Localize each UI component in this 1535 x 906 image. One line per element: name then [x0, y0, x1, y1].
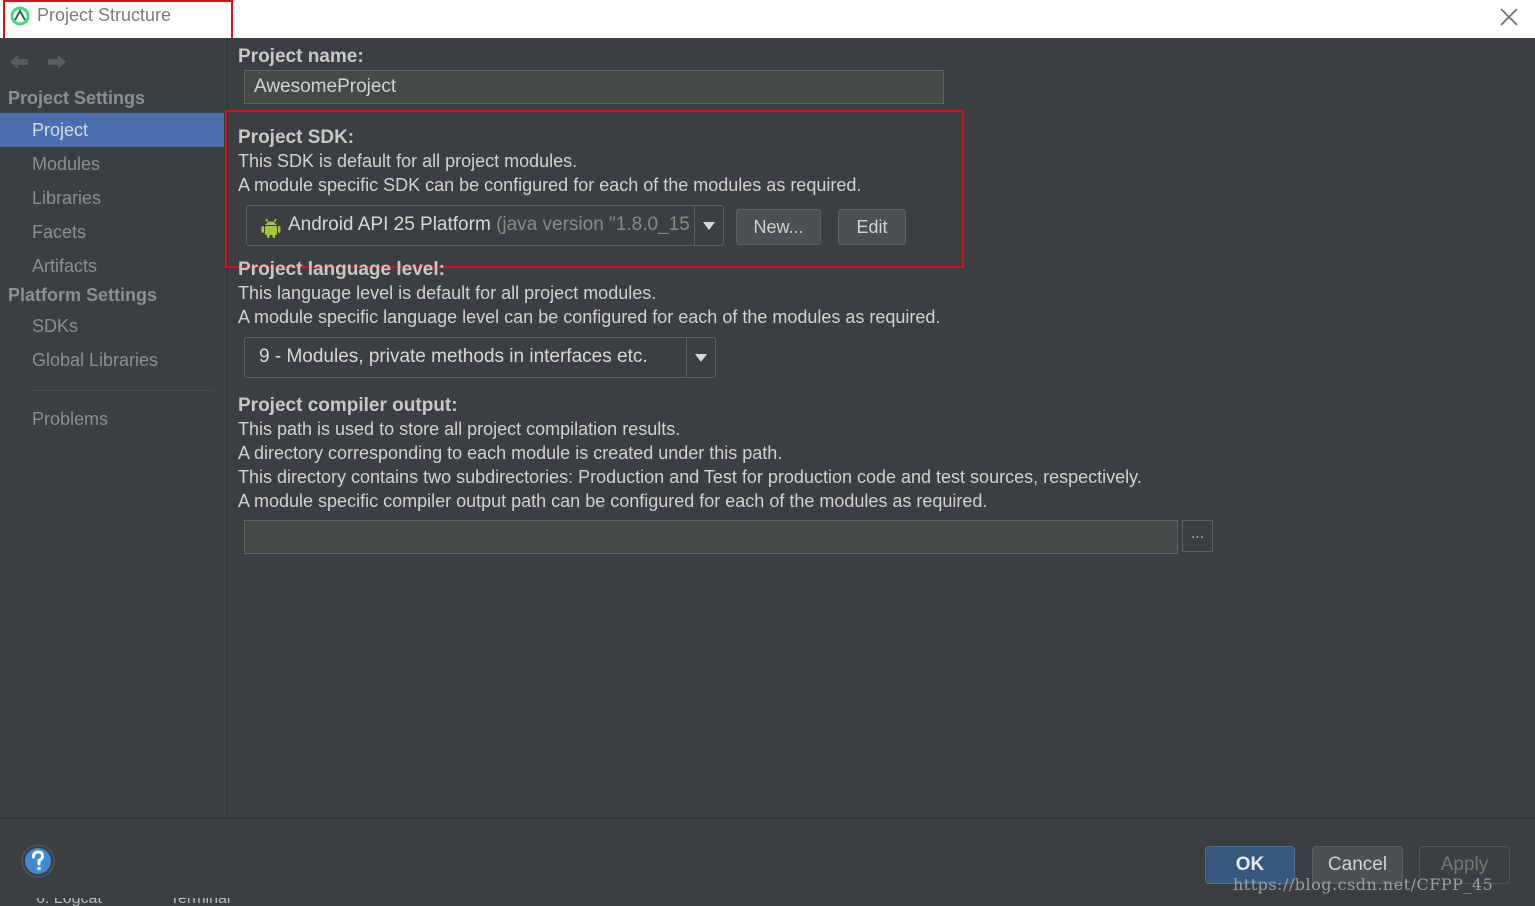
sdk-new-button[interactable]: New... — [736, 209, 821, 245]
compiler-output-description-2: A directory corresponding to each module… — [238, 443, 783, 463]
dialog-footer: OK Cancel Apply https://blog.csdn.net/CF… — [0, 818, 1535, 906]
compiler-output-description-4: A module specific compiler output path c… — [238, 491, 988, 511]
compiler-output-description-1: This path is used to store all project c… — [238, 419, 681, 439]
title-highlight-box — [3, 0, 233, 40]
project-name-label: Project name: — [238, 46, 364, 67]
chevron-down-icon[interactable] — [686, 338, 715, 377]
main-panel: Project name: AwesomeProject Project SDK… — [225, 38, 1535, 818]
project-name-input[interactable]: AwesomeProject — [244, 70, 944, 104]
language-level-selected: 9 - Modules, private methods in interfac… — [259, 346, 648, 367]
help-icon[interactable] — [20, 843, 56, 879]
sidebar-item-artifacts[interactable]: Artifacts — [0, 249, 224, 283]
chevron-down-icon[interactable] — [694, 206, 723, 245]
title-bar: Project Structure — [0, 0, 1535, 40]
compiler-output-input[interactable] — [244, 520, 1178, 554]
android-icon — [261, 218, 281, 238]
language-level-description-1: This language level is default for all p… — [238, 283, 657, 303]
sdk-edit-button[interactable]: Edit — [838, 209, 906, 245]
group-header-platform-settings: Platform Settings — [8, 285, 158, 305]
sidebar-item-modules[interactable]: Modules — [0, 147, 224, 181]
sidebar-item-sdks[interactable]: SDKs — [0, 309, 224, 343]
compiler-output-description-3: This directory contains two subdirectori… — [238, 467, 1142, 487]
forward-arrow-icon[interactable] — [46, 52, 68, 72]
language-level-dropdown[interactable]: 9 - Modules, private methods in interfac… — [244, 337, 716, 378]
group-header-project-settings: Project Settings — [8, 88, 146, 108]
sidebar-item-global-libraries[interactable]: Global Libraries — [0, 343, 224, 377]
sdk-description-1: This SDK is default for all project modu… — [238, 151, 578, 171]
back-arrow-icon[interactable] — [8, 52, 30, 72]
project-sdk-label: Project SDK: — [238, 127, 355, 148]
browse-button[interactable]: ... — [1182, 520, 1213, 552]
sidebar-item-libraries[interactable]: Libraries — [0, 181, 224, 215]
language-level-label: Project language level: — [238, 259, 445, 280]
sidebar-divider — [30, 390, 213, 391]
close-button[interactable] — [1498, 6, 1520, 28]
compiler-output-label: Project compiler output: — [238, 395, 458, 416]
watermark-text: https://blog.csdn.net/CFPP_45 — [1233, 875, 1494, 894]
sidebar-item-project[interactable]: Project — [0, 113, 224, 147]
language-level-description-2: A module specific language level can be … — [238, 307, 941, 327]
sidebar-item-problems[interactable]: Problems — [0, 402, 224, 436]
sdk-description-2: A module specific SDK can be configured … — [238, 175, 862, 195]
sidebar-item-facets[interactable]: Facets — [0, 215, 224, 249]
close-icon — [1500, 8, 1518, 26]
sidebar: Project Settings Project Modules Librari… — [0, 38, 228, 818]
sdk-selected-detail: (java version "1.8.0_15 — [496, 214, 690, 235]
sdk-dropdown[interactable]: Android API 25 Platform (java version "1… — [246, 205, 724, 246]
sdk-selected-name: Android API 25 Platform — [288, 214, 491, 235]
